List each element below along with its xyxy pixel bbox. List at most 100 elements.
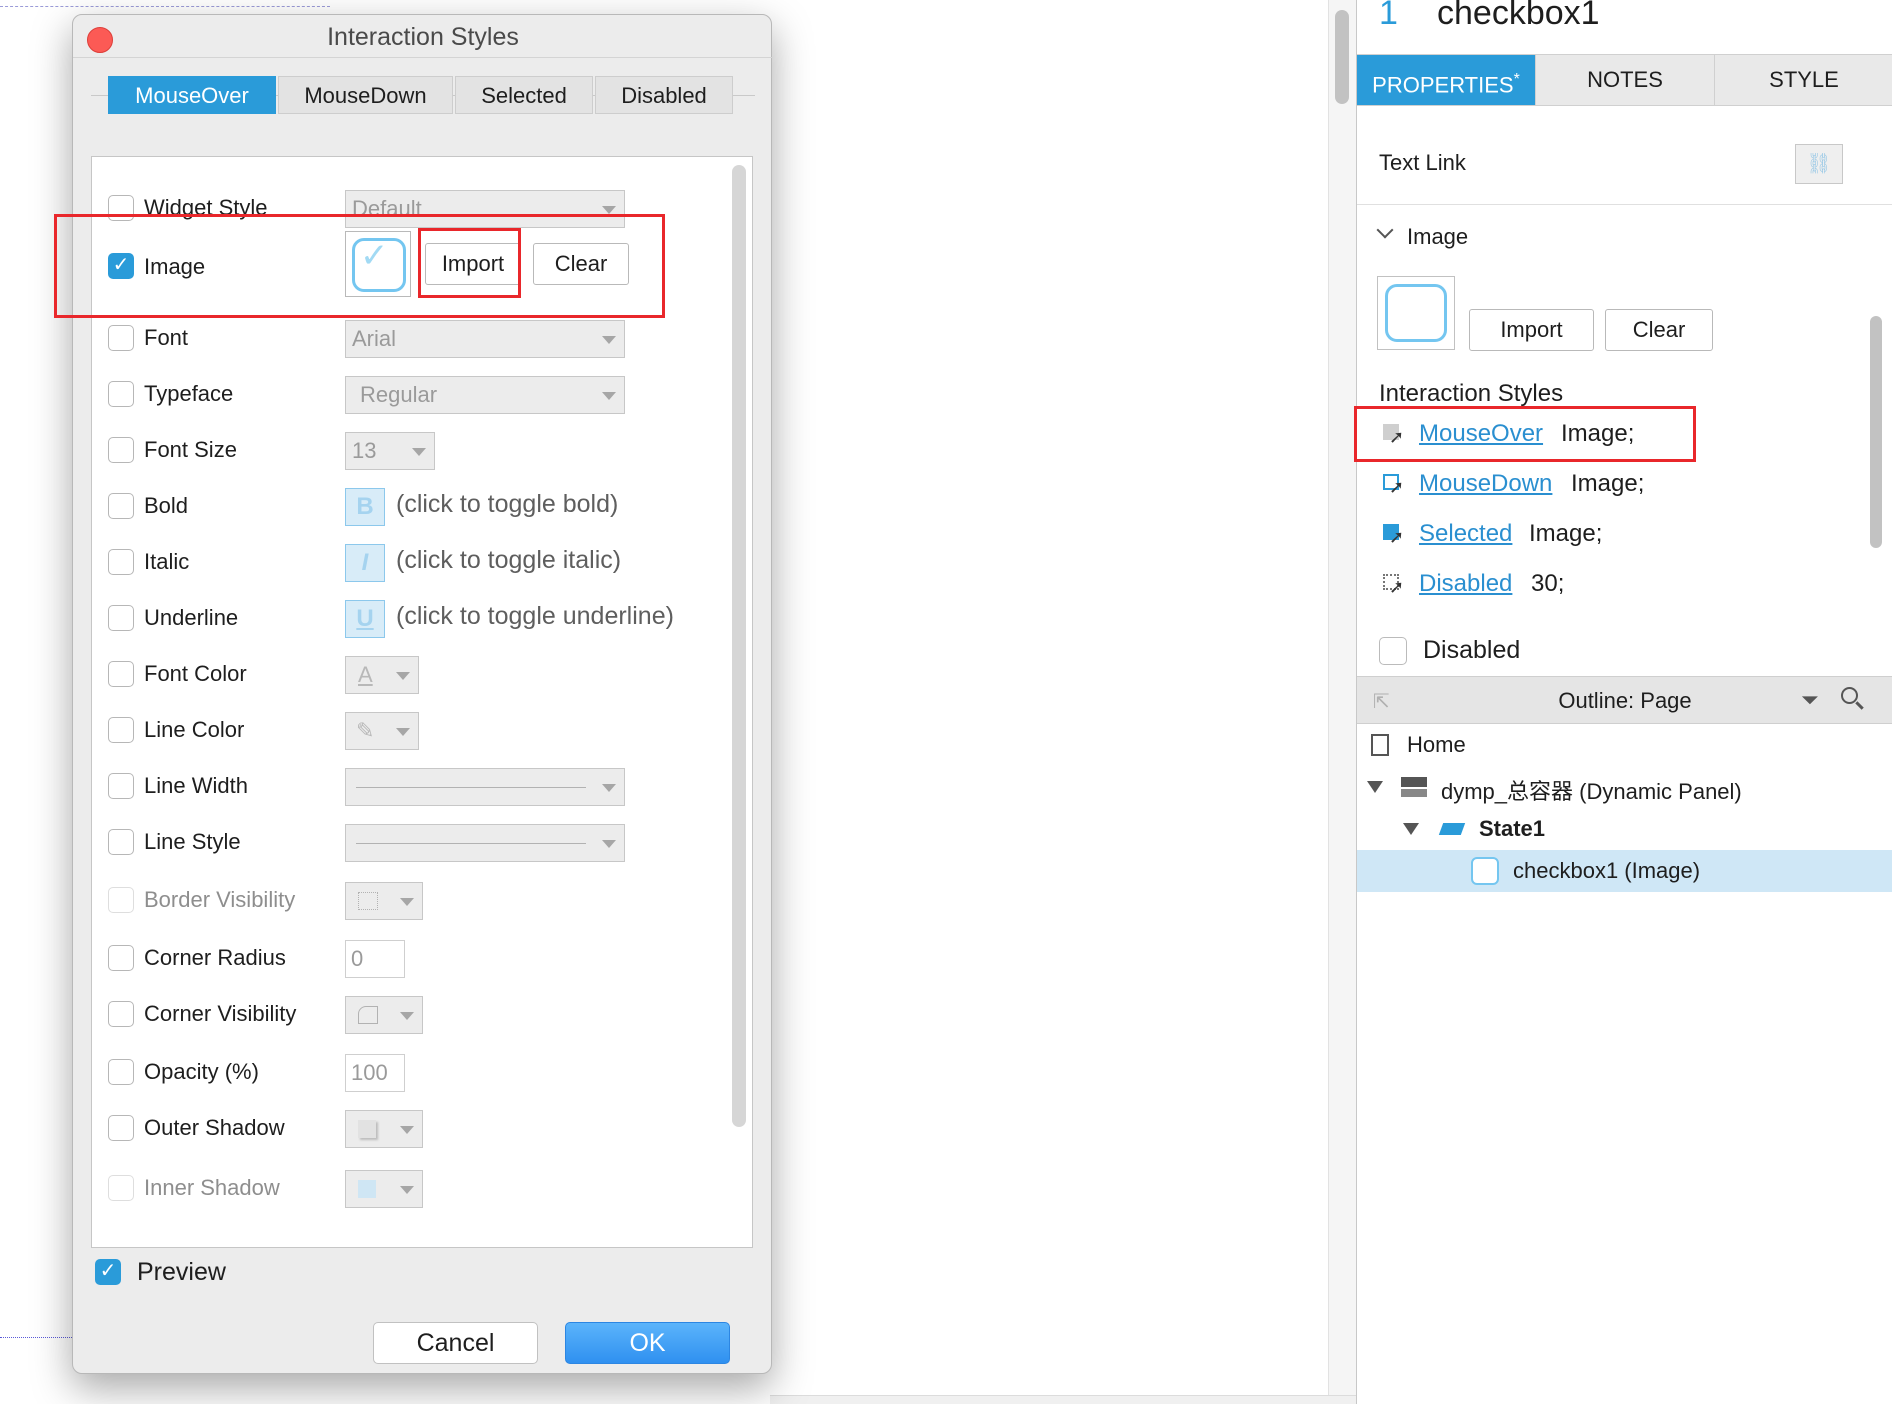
tab-selected[interactable]: Selected: [455, 76, 593, 114]
state-icon: [1438, 823, 1466, 835]
canvas-horizontal-scrollbar[interactable]: [770, 1395, 1356, 1404]
tab-disabled[interactable]: Disabled: [595, 76, 733, 114]
mousedown-style-value: Image;: [1571, 470, 1645, 497]
disabled-style-link[interactable]: Disabled: [1419, 570, 1512, 598]
line-width-sample: [356, 787, 586, 788]
annotation-highlight-import-button: [418, 228, 521, 298]
mousedown-style-link[interactable]: MouseDown: [1419, 470, 1552, 498]
font-size-checkbox[interactable]: [108, 437, 134, 463]
outer-shadow-picker[interactable]: [345, 1110, 423, 1148]
corner-visibility-label: Corner Visibility: [144, 1001, 297, 1026]
properties-scrollbar[interactable]: [1870, 316, 1882, 548]
disabled-style-icon: ➚: [1383, 574, 1407, 598]
bold-toggle-hint: (click to toggle bold): [396, 490, 619, 518]
filter-icon[interactable]: ⏷: [1801, 687, 1819, 713]
opacity-input[interactable]: 100: [345, 1054, 405, 1092]
line-style-label: Line Style: [144, 829, 241, 854]
tab-style[interactable]: STYLE: [1715, 55, 1892, 105]
expand-triangle-icon[interactable]: [1403, 823, 1419, 835]
line-color-checkbox[interactable]: [108, 717, 134, 743]
link-icon[interactable]: ⛓: [1795, 144, 1843, 184]
outline-item-home[interactable]: Home: [1357, 724, 1892, 766]
opacity-checkbox[interactable]: [108, 1059, 134, 1085]
checkbox-image-icon: [1471, 857, 1499, 885]
opacity-label: Opacity (%): [144, 1059, 259, 1084]
ok-button[interactable]: OK: [565, 1322, 730, 1364]
inner-shadow-picker[interactable]: [345, 1170, 423, 1208]
text-link-label: Text Link: [1379, 150, 1466, 175]
clear-image-button[interactable]: Clear: [1605, 309, 1713, 351]
import-image-button[interactable]: Import: [1469, 309, 1594, 351]
interaction-styles-dialog: Interaction Styles MouseOver MouseDown S…: [54, 14, 773, 1374]
tab-mousedown[interactable]: MouseDown: [278, 76, 453, 114]
font-size-value: 13: [352, 438, 377, 463]
chevron-down-icon: [602, 784, 616, 792]
line-color-picker[interactable]: ✎: [345, 712, 419, 750]
line-style-dropdown[interactable]: [345, 824, 625, 862]
font-dropdown[interactable]: Arial: [345, 320, 625, 358]
image-section-label[interactable]: Image: [1407, 224, 1468, 250]
corner-radius-input[interactable]: 0: [345, 940, 405, 978]
properties-scrollbar[interactable]: [732, 165, 746, 1127]
outer-shadow-checkbox[interactable]: [108, 1115, 134, 1141]
corner-radius-checkbox[interactable]: [108, 945, 134, 971]
unsaved-marker: *: [1513, 71, 1520, 88]
selected-style-link[interactable]: Selected: [1419, 520, 1512, 548]
font-color-checkbox[interactable]: [108, 661, 134, 687]
underline-checkbox[interactable]: [108, 605, 134, 631]
line-style-checkbox[interactable]: [108, 829, 134, 855]
corner-visibility-picker[interactable]: [345, 996, 423, 1034]
widget-name[interactable]: checkbox1: [1437, 0, 1600, 33]
inner-shadow-checkbox[interactable]: [108, 1175, 134, 1201]
outline-item-dynamic-panel[interactable]: dymp_总容器 (Dynamic Panel): [1357, 766, 1892, 808]
dynamic-panel-icon: [1401, 777, 1427, 797]
chevron-down-icon: [400, 1126, 414, 1134]
canvas-guide-top: [0, 6, 330, 7]
widget-number: 1: [1379, 0, 1398, 32]
outline-item-state1[interactable]: State1: [1357, 808, 1892, 850]
corner-visibility-checkbox[interactable]: [108, 1001, 134, 1027]
rounded-corner-icon: [358, 1006, 378, 1024]
outline-item-label: checkbox1 (Image): [1513, 858, 1701, 883]
tab-mouseover[interactable]: MouseOver: [108, 76, 276, 114]
italic-checkbox[interactable]: [108, 549, 134, 575]
font-checkbox[interactable]: [108, 325, 134, 351]
canvas-scrollbar[interactable]: [1328, 0, 1356, 1404]
disabled-checkbox[interactable]: [1379, 637, 1407, 665]
bold-toggle-button[interactable]: B: [345, 488, 385, 526]
chevron-down-icon: [602, 392, 616, 400]
font-color-picker[interactable]: A: [345, 656, 419, 694]
line-width-dropdown[interactable]: [345, 768, 625, 806]
disabled-label: Disabled: [1423, 636, 1521, 664]
annotation-highlight-image-row: [54, 214, 665, 318]
chevron-down-icon: [396, 728, 410, 736]
inspector-tab-bar: PROPERTIES* NOTES STYLE: [1357, 54, 1892, 106]
inner-shadow-label: Inner Shadow: [144, 1175, 280, 1200]
preview-checkbox[interactable]: ✓: [95, 1259, 121, 1285]
search-icon[interactable]: [1841, 687, 1865, 711]
chevron-down-icon[interactable]: [1376, 221, 1394, 239]
line-width-checkbox[interactable]: [108, 773, 134, 799]
canvas-scroll-thumb[interactable]: [1335, 10, 1349, 104]
outer-shadow-label: Outer Shadow: [144, 1115, 285, 1140]
font-label: Font: [144, 325, 189, 350]
chevron-down-icon: [396, 672, 410, 680]
typeface-checkbox[interactable]: [108, 381, 134, 407]
tab-notes[interactable]: NOTES: [1536, 55, 1714, 105]
typeface-dropdown[interactable]: Regular: [345, 376, 625, 414]
font-size-label: Font Size: [144, 437, 237, 462]
expand-triangle-icon[interactable]: [1367, 781, 1383, 793]
outline-item-checkbox1[interactable]: checkbox1 (Image): [1357, 850, 1892, 892]
border-visibility-picker[interactable]: [345, 882, 423, 920]
cancel-button[interactable]: Cancel: [373, 1322, 538, 1364]
selected-style-icon: ➚: [1383, 524, 1407, 548]
tab-properties[interactable]: PROPERTIES*: [1357, 55, 1535, 105]
font-size-dropdown[interactable]: 13: [345, 432, 435, 470]
border-visibility-checkbox[interactable]: [108, 887, 134, 913]
tab-properties-label: PROPERTIES: [1372, 72, 1514, 98]
italic-toggle-button[interactable]: I: [345, 544, 385, 582]
outer-shadow-icon: [358, 1120, 376, 1138]
font-value: Arial: [352, 326, 397, 351]
underline-toggle-button[interactable]: U: [345, 600, 385, 638]
bold-checkbox[interactable]: [108, 493, 134, 519]
